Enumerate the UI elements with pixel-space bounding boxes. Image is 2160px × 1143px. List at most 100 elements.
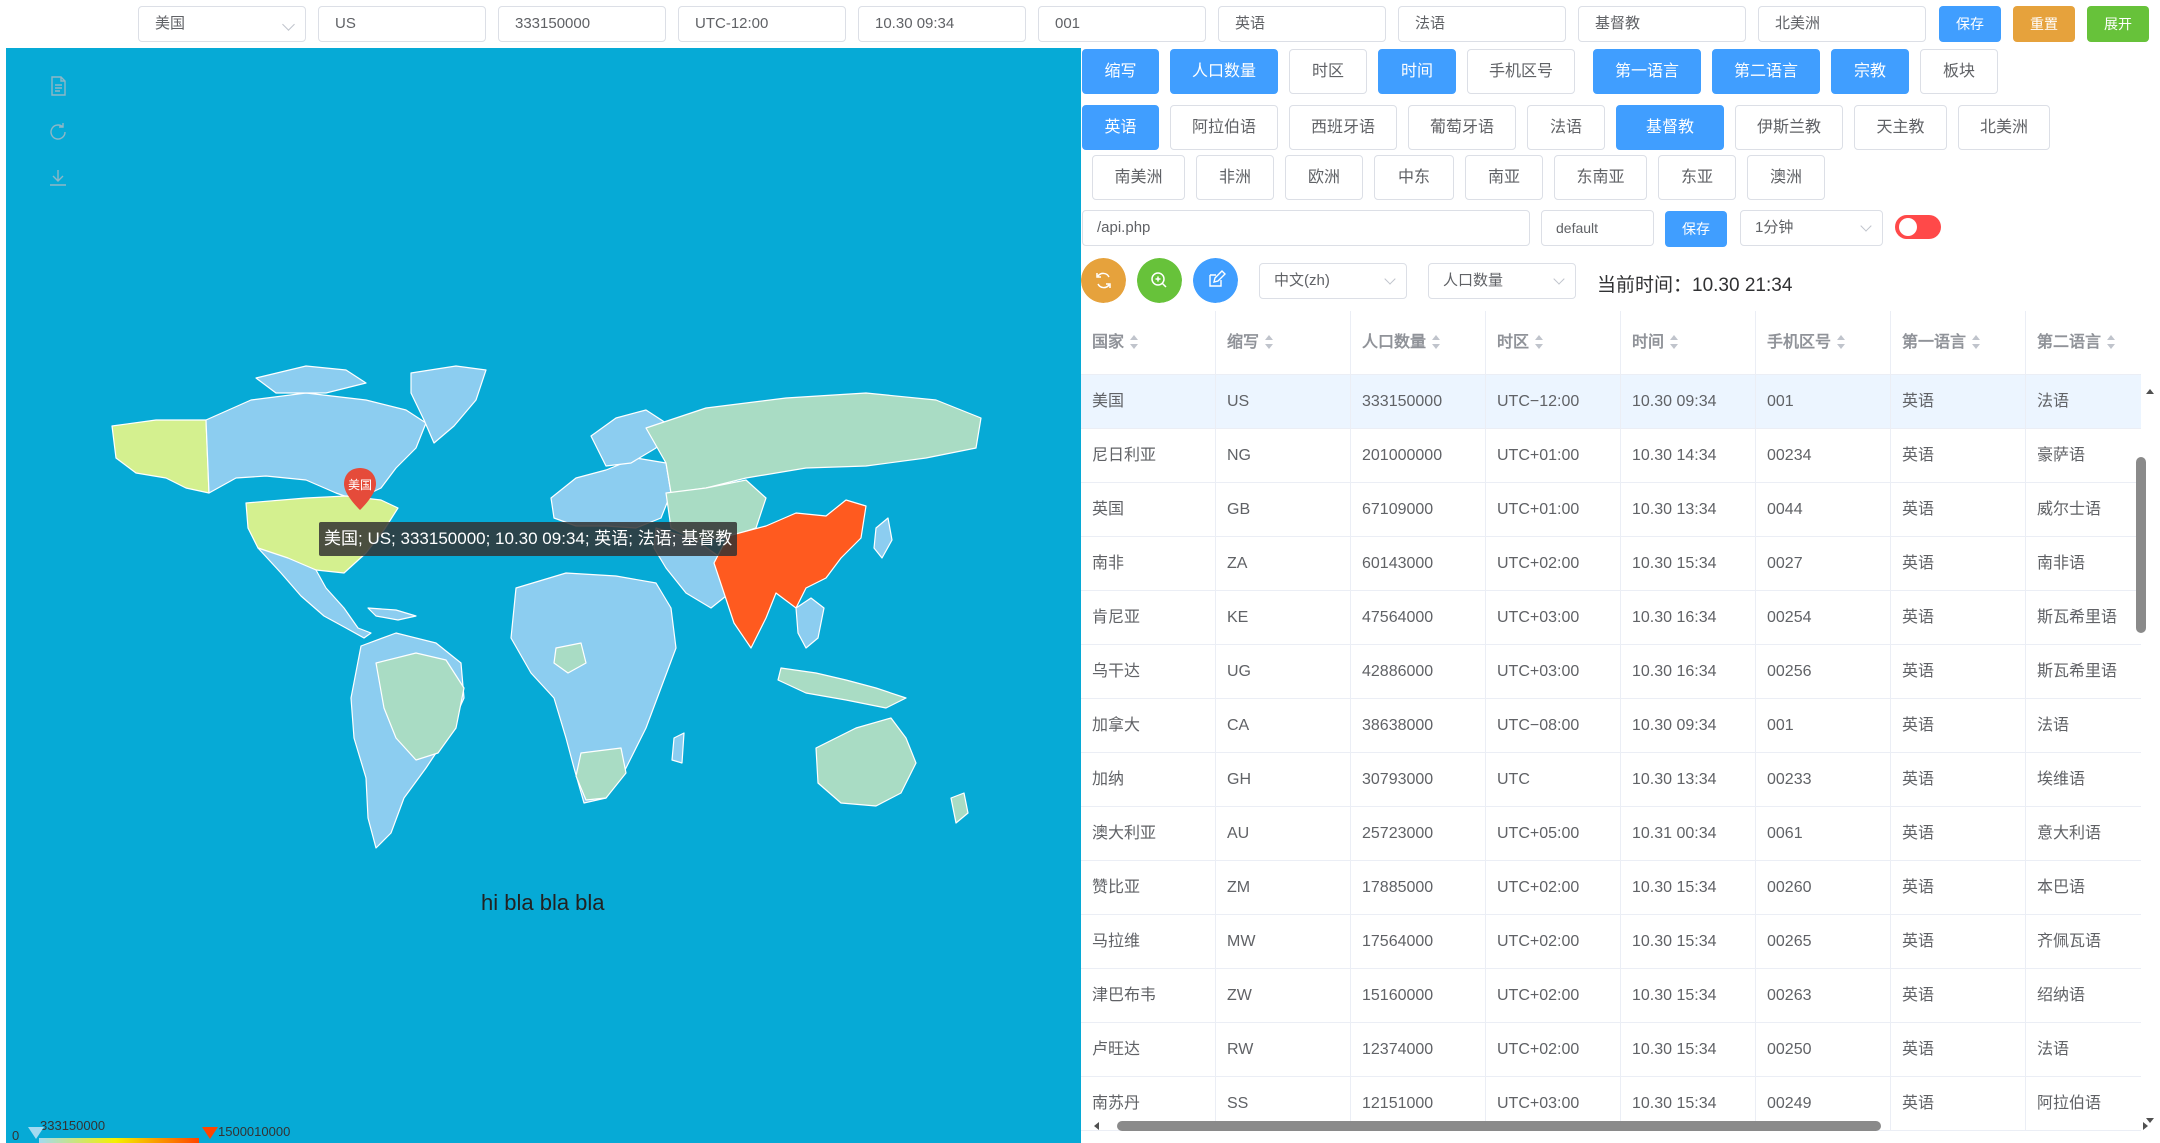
sort-caret-icon[interactable] (1535, 334, 1544, 349)
column-toggle-timezone[interactable]: 时区 (1289, 49, 1367, 94)
table-row[interactable]: 英国 GB 67109000 UTC+01:00 10.30 13:34 0044 英语 威尔… (1081, 483, 2141, 537)
api-save-button[interactable]: 保存 (1665, 211, 1727, 247)
table-cell-country: 美国 (1081, 375, 1216, 429)
save-button[interactable]: 保存 (1939, 6, 2001, 42)
column-toggle-second-language[interactable]: 第二语言 (1712, 49, 1820, 94)
column-toggle-abbr[interactable]: 缩写 (1082, 49, 1159, 94)
filter-europe[interactable]: 欧洲 (1285, 155, 1363, 200)
filter-arabic[interactable]: 阿拉伯语 (1170, 105, 1278, 150)
column-header-timezone[interactable]: 时区 (1486, 311, 1621, 375)
column-toggle-first-language[interactable]: 第一语言 (1593, 49, 1701, 94)
region-indonesia (777, 667, 907, 709)
region-caribbean (367, 607, 417, 621)
table-cell-timezone: UTC+02:00 (1486, 537, 1621, 591)
country-select[interactable]: 美国 (138, 6, 306, 42)
filter-spanish[interactable]: 西班牙语 (1289, 105, 1397, 150)
table-row[interactable]: 卢旺达 RW 12374000 UTC+02:00 10.30 15:34 00250 英语… (1081, 1023, 2141, 1077)
table-cell-country: 加拿大 (1081, 699, 1216, 753)
filter-south-asia[interactable]: 南亚 (1465, 155, 1543, 200)
filter-africa[interactable]: 非洲 (1196, 155, 1274, 200)
filter-catholicism[interactable]: 天主教 (1854, 105, 1947, 150)
table-row[interactable]: 美国 US 333150000 UTC−12:00 10.30 09:34 001 英语 法语 (1081, 375, 2141, 429)
table-cell-country: 加纳 (1081, 753, 1216, 807)
table-cell-abbr: GB (1216, 483, 1351, 537)
sort-caret-icon[interactable] (1670, 334, 1679, 349)
region-input[interactable]: 北美洲 (1758, 6, 1926, 42)
filter-north-america[interactable]: 北美洲 (1958, 105, 2050, 150)
filter-middle-east[interactable]: 中东 (1374, 155, 1454, 200)
filter-christianity[interactable]: 基督教 (1616, 105, 1724, 150)
first-language-input[interactable]: 英语 (1218, 6, 1386, 42)
column-toggle-population[interactable]: 人口数量 (1170, 49, 1278, 94)
region-russia (645, 392, 982, 494)
column-toggle-phone-code[interactable]: 手机区号 (1467, 49, 1575, 94)
code-input[interactable]: US (318, 6, 486, 42)
table-row[interactable]: 赞比亚 ZM 17885000 UTC+02:00 10.30 15:34 00260 英语… (1081, 861, 2141, 915)
filter-portuguese[interactable]: 葡萄牙语 (1408, 105, 1516, 150)
table-row[interactable]: 津巴布韦 ZW 15160000 UTC+02:00 10.30 15:34 00263 英… (1081, 969, 2141, 1023)
phone-code-input[interactable]: 001 (1038, 6, 1206, 42)
world-map-panel[interactable]: 美国 美国; US; 333150000; 10.30 09:34; 英语; 法… (6, 48, 1081, 1143)
table-row[interactable]: 肯尼亚 KE 47564000 UTC+03:00 10.30 16:34 00254 英语… (1081, 591, 2141, 645)
column-header-label: 时间 (1632, 334, 1665, 351)
horizontal-scrollbar-thumb[interactable] (1117, 1121, 1881, 1131)
table-cell-timezone: UTC+02:00 (1486, 969, 1621, 1023)
sort-caret-icon[interactable] (1972, 334, 1981, 349)
column-toggle-region[interactable]: 板块 (1920, 49, 1998, 94)
filter-southeast-asia[interactable]: 东南亚 (1554, 155, 1647, 200)
table-row[interactable]: 加拿大 CA 38638000 UTC−08:00 10.30 09:34 001 英语 法语 (1081, 699, 2141, 753)
filter-oceania[interactable]: 澳洲 (1747, 155, 1825, 200)
countries-table: 国家 缩写 人口数量 时区 时间 手机区号 第一语言 第二语言 美国 US 333150000 UT… (1081, 311, 2160, 1143)
api-url-input[interactable]: /api.php (1082, 210, 1530, 246)
table-cell-abbr: ZM (1216, 861, 1351, 915)
zoom-in-icon[interactable] (1137, 258, 1182, 303)
vertical-scrollbar-thumb[interactable] (2136, 457, 2146, 633)
edit-icon[interactable] (1193, 258, 1238, 303)
column-header-population[interactable]: 人口数量 (1351, 311, 1486, 375)
table-row[interactable]: 尼日利亚 NG 201000000 UTC+01:00 10.30 14:34 00234… (1081, 429, 2141, 483)
filter-islam[interactable]: 伊斯兰教 (1735, 105, 1843, 150)
table-row[interactable]: 加纳 GH 30793000 UTC 10.30 13:34 00233 英语 埃维语 (1081, 753, 2141, 807)
filter-south-america[interactable]: 南美洲 (1092, 155, 1185, 200)
sort-caret-icon[interactable] (1837, 334, 1846, 349)
filter-english[interactable]: 英语 (1082, 105, 1159, 150)
column-header-time[interactable]: 时间 (1621, 311, 1756, 375)
column-header-first-language[interactable]: 第一语言 (1891, 311, 2026, 375)
column-toggle-time[interactable]: 时间 (1378, 49, 1456, 94)
column-header-second-language[interactable]: 第二语言 (2026, 311, 2160, 375)
language-select[interactable]: 中文(zh) (1259, 263, 1407, 299)
table-row[interactable]: 马拉维 MW 17564000 UTC+02:00 10.30 15:34 00265 英语… (1081, 915, 2141, 969)
column-header-country[interactable]: 国家 (1081, 311, 1216, 375)
chevron-down-icon (1384, 273, 1396, 285)
visualmap-gradient-bar[interactable] (39, 1138, 199, 1143)
filter-east-asia[interactable]: 东亚 (1658, 155, 1736, 200)
timezone-input[interactable]: UTC-12:00 (678, 6, 846, 42)
time-input[interactable]: 10.30 09:34 (858, 6, 1026, 42)
filter-french[interactable]: 法语 (1527, 105, 1605, 150)
column-toggle-religion[interactable]: 宗教 (1831, 49, 1909, 94)
sort-caret-icon[interactable] (1265, 334, 1274, 349)
sort-caret-icon[interactable] (1432, 334, 1441, 349)
column-header-phone-code[interactable]: 手机区号 (1756, 311, 1891, 375)
table-row[interactable]: 南非 ZA 60143000 UTC+02:00 10.30 15:34 0027 英语 南非… (1081, 537, 2141, 591)
column-header-label: 人口数量 (1362, 334, 1427, 351)
world-map[interactable] (6, 48, 1081, 1143)
table-row[interactable]: 澳大利亚 AU 25723000 UTC+05:00 10.31 00:34 0061 英语… (1081, 807, 2141, 861)
population-input[interactable]: 333150000 (498, 6, 666, 42)
refresh-interval-select[interactable]: 1分钟 (1740, 210, 1883, 246)
sort-field-select[interactable]: 人口数量 (1428, 263, 1576, 299)
column-header-abbr[interactable]: 缩写 (1216, 311, 1351, 375)
table-row[interactable]: 乌干达 UG 42886000 UTC+03:00 10.30 16:34 00256 英语… (1081, 645, 2141, 699)
religion-input[interactable]: 基督教 (1578, 6, 1746, 42)
sort-caret-icon[interactable] (1130, 334, 1139, 349)
api-config-input[interactable]: default (1541, 210, 1654, 246)
reset-button[interactable]: 重置 (2013, 6, 2075, 42)
second-language-input[interactable]: 法语 (1398, 6, 1566, 42)
table-cell-population: 38638000 (1351, 699, 1486, 753)
visualmap-right-handle[interactable] (202, 1127, 218, 1139)
sort-caret-icon[interactable] (2107, 334, 2116, 349)
table-cell-phone-code: 00260 (1756, 861, 1891, 915)
expand-button[interactable]: 展开 (2087, 6, 2149, 42)
auto-refresh-switch[interactable] (1895, 215, 1941, 239)
refresh-icon[interactable] (1081, 258, 1126, 303)
